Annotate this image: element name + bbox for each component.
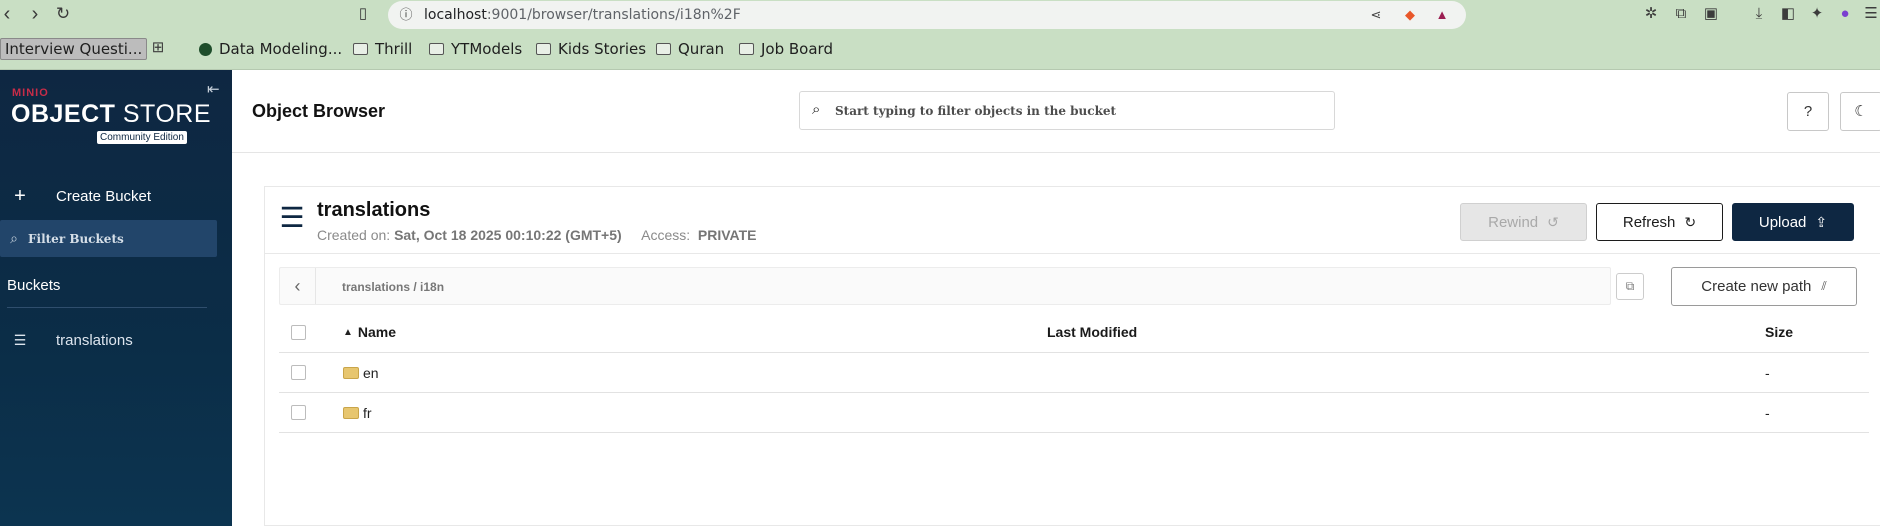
- upload-icon: ⇪: [1815, 213, 1828, 230]
- history-icon: ↺: [1547, 213, 1559, 230]
- object-size: -: [1765, 364, 1770, 381]
- url-text[interactable]: localhost:9001/browser/translations/i18n…: [424, 7, 741, 23]
- site-favicon-icon: [199, 42, 212, 56]
- plus-icon: +: [14, 184, 26, 207]
- profile-icon[interactable]: ●: [1836, 5, 1854, 23]
- copy-path-button[interactable]: ⧉: [1616, 273, 1644, 300]
- refresh-icon: ↻: [1684, 213, 1697, 230]
- breadcrumb: ‹ translations / i18n ⧉: [279, 267, 1644, 305]
- object-size: -: [1765, 404, 1770, 421]
- rewind-button[interactable]: Rewind ↺: [1460, 203, 1587, 241]
- page-header: Object Browser ⌕ Start typing to filter …: [232, 70, 1880, 153]
- row-checkbox[interactable]: [291, 405, 306, 420]
- row-checkbox[interactable]: [291, 365, 306, 380]
- bucket-icon: ☰: [13, 331, 27, 348]
- browser-toolbar: ‹ › ↻ ▯ ⓘ localhost:9001/browser/transla…: [0, 0, 1880, 29]
- moon-icon: ☾: [1854, 103, 1868, 120]
- brave-shield-icon[interactable]: ◆: [1402, 7, 1418, 23]
- reload-icon[interactable]: ↻: [52, 3, 74, 25]
- apps-grid-icon[interactable]: ⊞: [149, 39, 167, 57]
- object-search-input[interactable]: ⌕ Start typing to filter objects in the …: [799, 91, 1335, 130]
- folder-icon: [739, 43, 754, 55]
- sidebar: MINIO OBJECT STORE Community Edition ⇤ +…: [0, 70, 232, 526]
- menu-icon[interactable]: ☰: [1862, 5, 1880, 23]
- upload-button[interactable]: Upload ⇪: [1732, 203, 1854, 241]
- help-button[interactable]: ?: [1787, 92, 1829, 131]
- bookmarks-bar: Interview Questi... ⊞ Data Modeling... T…: [0, 29, 1880, 70]
- folder-icon: [353, 43, 368, 55]
- object-name[interactable]: fr: [343, 405, 372, 421]
- bookmark-item[interactable]: Thrill: [353, 38, 412, 60]
- bucket-meta: Created on: Sat, Oct 18 2025 00:10:22 (G…: [317, 227, 757, 243]
- back-button[interactable]: ‹: [280, 268, 316, 304]
- leo-icon[interactable]: ✦: [1808, 5, 1826, 23]
- column-header-last-modified[interactable]: Last Modified: [1047, 324, 1137, 340]
- bucket-panel: ☰ translations Created on: Sat, Oct 18 2…: [264, 186, 1880, 526]
- object-name[interactable]: en: [343, 365, 379, 381]
- page-title: Object Browser: [252, 101, 386, 121]
- refresh-button[interactable]: Refresh ↻: [1596, 203, 1723, 241]
- create-bucket-button[interactable]: + Create Bucket: [0, 178, 232, 214]
- access-value: PRIVATE: [697, 227, 757, 243]
- search-icon: ⌕: [812, 101, 821, 118]
- folder-icon: [343, 406, 359, 419]
- sidebar-toggle-icon[interactable]: ◧: [1779, 5, 1797, 23]
- forward-icon[interactable]: ›: [24, 3, 46, 25]
- folder-icon: [429, 43, 444, 55]
- buckets-heading: Buckets: [7, 277, 61, 294]
- search-icon: ⌕: [10, 230, 18, 246]
- copy-icon: ⧉: [1625, 279, 1635, 293]
- table-row[interactable]: fr -: [279, 393, 1869, 433]
- address-bar[interactable]: ⓘ localhost:9001/browser/translations/i1…: [388, 1, 1466, 29]
- edition-badge: Community Edition: [97, 131, 187, 144]
- bookmark-item[interactable]: Data Modeling...: [199, 38, 342, 60]
- table-row[interactable]: en -: [279, 353, 1869, 393]
- extensions-icon[interactable]: ⧉: [1672, 5, 1690, 23]
- downloads-icon[interactable]: ⤓: [1750, 5, 1768, 23]
- folder-icon: [343, 366, 359, 379]
- brand-small: MINIO: [12, 87, 49, 99]
- bookmark-item[interactable]: Kids Stories: [536, 38, 646, 60]
- extension-gear-icon[interactable]: ✲: [1642, 5, 1660, 23]
- folder-icon: [656, 43, 671, 55]
- share-icon[interactable]: ⋖: [1368, 7, 1384, 23]
- create-new-path-button[interactable]: Create new path ⫽: [1671, 267, 1857, 306]
- bookmark-item[interactable]: Job Board: [739, 38, 833, 60]
- sidebar-item-translations[interactable]: ☰ translations: [0, 322, 232, 358]
- sort-asc-icon: ▲: [343, 326, 353, 338]
- bookmark-item[interactable]: YTModels: [429, 38, 522, 60]
- site-info-icon[interactable]: ⓘ: [398, 7, 414, 23]
- breadcrumb-path[interactable]: translations / i18n: [342, 280, 444, 294]
- brave-rewards-icon[interactable]: ▲: [1434, 7, 1450, 23]
- divider: [7, 307, 207, 308]
- objects-table: ▲ Name Last Modified Size en - fr -: [279, 312, 1869, 433]
- filter-buckets-input[interactable]: ⌕ Filter Buckets: [0, 220, 217, 257]
- folder-icon: [536, 43, 551, 55]
- bookmark-item[interactable]: Quran: [656, 38, 724, 60]
- bucket-name: translations: [317, 199, 431, 221]
- bookmark-icon[interactable]: ▯: [352, 3, 374, 25]
- theme-toggle-button[interactable]: ☾: [1840, 92, 1880, 131]
- table-header-row: ▲ Name Last Modified Size: [279, 312, 1869, 353]
- bucket-header: ☰ translations Created on: Sat, Oct 18 2…: [265, 187, 1880, 254]
- column-header-size[interactable]: Size: [1765, 324, 1793, 340]
- select-all-checkbox[interactable]: [291, 324, 306, 340]
- wallet-icon[interactable]: ▣: [1702, 5, 1720, 23]
- help-icon: ?: [1803, 103, 1813, 120]
- brand-logo: OBJECT STORE: [11, 100, 212, 128]
- main-content: Object Browser ⌕ Start typing to filter …: [232, 70, 1880, 526]
- collapse-sidebar-icon[interactable]: ⇤: [207, 80, 220, 98]
- column-header-name[interactable]: ▲ Name: [343, 324, 396, 340]
- new-path-icon: ⫽: [1821, 279, 1827, 293]
- bookmark-item[interactable]: Interview Questi...: [0, 38, 148, 60]
- bucket-icon: ☰: [279, 202, 305, 233]
- created-date: Sat, Oct 18 2025 00:10:22 (GMT+5): [394, 227, 622, 243]
- back-icon[interactable]: ‹: [0, 3, 18, 25]
